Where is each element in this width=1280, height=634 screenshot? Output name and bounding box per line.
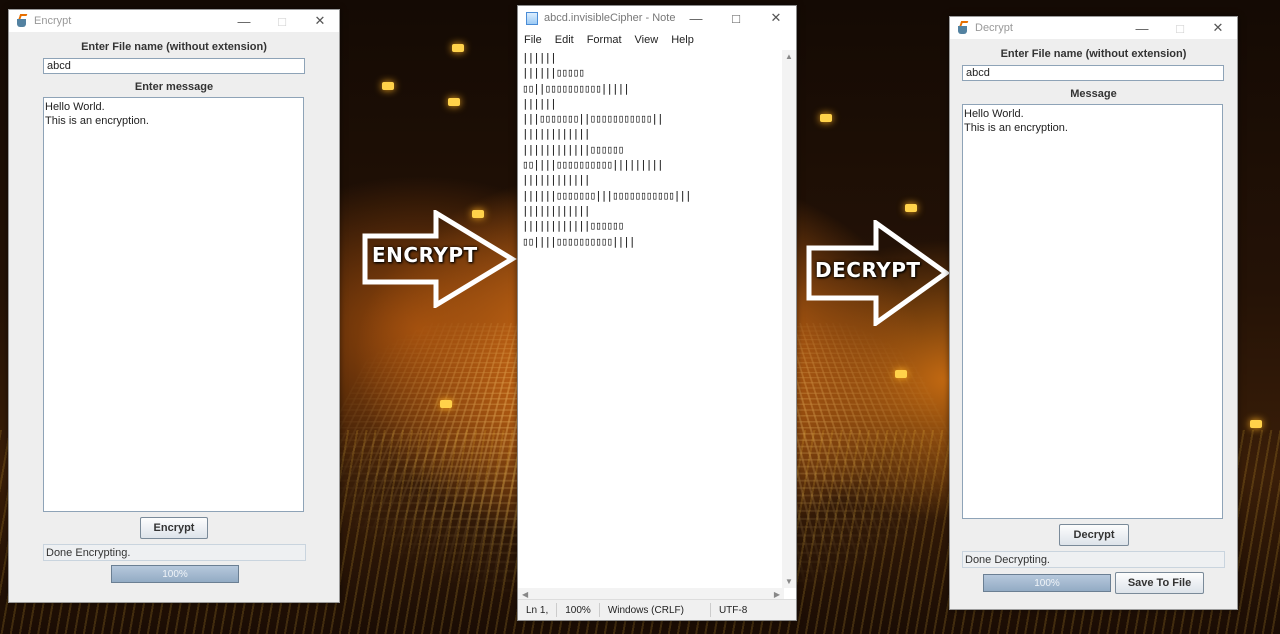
filename-label: Enter File name (without extension): [1000, 48, 1187, 60]
message-line: This is an encryption.: [45, 115, 149, 127]
cipher-line: ▯▯||▯▯▯▯▯▯▯▯▯▯|||||: [522, 81, 630, 95]
window-title: Encrypt: [34, 15, 72, 27]
cipher-line: ||||||||||||▯▯▯▯▯▯: [522, 142, 624, 156]
save-to-file-button[interactable]: Save To File: [1115, 572, 1204, 594]
chip-dot: [820, 114, 832, 122]
chip-dot: [905, 204, 917, 212]
notepad-window: abcd.invisibleCipher - Note... — □ ✕ Fil…: [517, 5, 797, 621]
close-icon[interactable]: ✕: [756, 7, 796, 29]
decrypt-button[interactable]: Decrypt: [1059, 524, 1129, 546]
minimize-icon[interactable]: —: [676, 7, 716, 29]
cipher-line: ||||||: [522, 96, 557, 110]
menu-view[interactable]: View: [635, 34, 659, 46]
scroll-down-icon[interactable]: ▼: [785, 577, 793, 586]
zoom-level: 100%: [557, 603, 600, 617]
menu-file[interactable]: File: [524, 34, 542, 46]
cipher-line: ||||||: [522, 51, 557, 64]
encrypt-window: Encrypt — □ ✕ Enter File name (without e…: [8, 9, 340, 603]
notepad-titlebar: abcd.invisibleCipher - Note... — □ ✕: [518, 6, 796, 30]
cipher-line: ▯▯||||▯▯▯▯▯▯▯▯▯▯||||: [522, 234, 635, 248]
status-bar: Done Decrypting.: [962, 551, 1225, 568]
notepad-menubar: File Edit Format View Help: [518, 30, 796, 50]
filename-input[interactable]: abcd: [43, 58, 305, 74]
chip-dot: [895, 370, 907, 378]
cipher-line: ||||||||||||: [522, 127, 590, 141]
scroll-left-icon[interactable]: ◀: [522, 590, 528, 599]
chip-dot: [452, 44, 464, 52]
close-icon[interactable]: ✕: [1199, 17, 1237, 39]
cipher-line: ||||||||||||▯▯▯▯▯▯: [522, 219, 624, 233]
decrypt-arrow-label: DECRYPT: [815, 258, 921, 282]
progress-bar: 100%: [983, 574, 1111, 592]
maximize-icon[interactable]: □: [263, 10, 301, 32]
decrypt-window: Decrypt — □ ✕ Enter File name (without e…: [949, 16, 1238, 610]
minimize-icon[interactable]: —: [1123, 17, 1161, 39]
java-icon: [956, 21, 970, 35]
status-bar: Done Encrypting.: [43, 544, 306, 561]
message-line: Hello World.: [45, 101, 105, 113]
close-icon[interactable]: ✕: [301, 10, 339, 32]
scroll-right-icon[interactable]: ▶: [774, 590, 780, 599]
line-ending: Windows (CRLF): [600, 603, 711, 617]
menu-format[interactable]: Format: [587, 34, 622, 46]
minimize-icon[interactable]: —: [225, 10, 263, 32]
cipher-line: ||||||||||||: [522, 173, 590, 187]
chip-dot: [382, 82, 394, 90]
vertical-scrollbar[interactable]: ▲ ▼: [782, 50, 796, 588]
cursor-position: Ln 1,: [518, 603, 558, 617]
encrypt-arrow-label: ENCRYPT: [372, 243, 478, 267]
progress-bar: 100%: [111, 565, 239, 583]
message-line: Hello World.: [964, 108, 1024, 120]
filename-input[interactable]: abcd: [962, 65, 1224, 81]
menu-help[interactable]: Help: [671, 34, 694, 46]
encrypt-titlebar: Encrypt — □ ✕: [9, 10, 339, 32]
notepad-text-area[interactable]: |||||| ||||||▯▯▯▯▯ ▯▯||▯▯▯▯▯▯▯▯▯▯||||| |…: [518, 50, 784, 588]
encrypt-button[interactable]: Encrypt: [140, 517, 208, 539]
message-label: Message: [1070, 88, 1117, 100]
window-title: Decrypt: [975, 22, 1013, 34]
chip-dot: [448, 98, 460, 106]
notepad-icon: [526, 11, 538, 25]
message-label: Enter message: [134, 81, 214, 93]
notepad-statusbar: Ln 1, 100% Windows (CRLF) UTF-8: [518, 599, 796, 620]
maximize-icon[interactable]: □: [1161, 17, 1199, 39]
cipher-line: ||||||▯▯▯▯▯: [522, 66, 585, 80]
chip-dot: [1250, 420, 1262, 428]
message-textarea[interactable]: Hello World. This is an encryption.: [962, 104, 1223, 519]
chip-dot: [440, 400, 452, 408]
encoding: UTF-8: [718, 604, 748, 616]
cipher-line: ||||||||||||: [522, 203, 590, 217]
filename-label: Enter File name (without extension): [81, 41, 267, 53]
maximize-icon[interactable]: □: [716, 7, 756, 29]
message-line: This is an encryption.: [964, 122, 1068, 134]
cipher-line: |||▯▯▯▯▯▯▯||▯▯▯▯▯▯▯▯▯▯▯||: [522, 112, 664, 126]
notepad-title: abcd.invisibleCipher - Note...: [544, 12, 676, 24]
java-icon: [15, 14, 29, 28]
cipher-line: ▯▯||||▯▯▯▯▯▯▯▯▯▯|||||||||: [522, 158, 664, 172]
decrypt-titlebar: Decrypt — □ ✕: [950, 17, 1237, 39]
scroll-up-icon[interactable]: ▲: [785, 52, 793, 61]
menu-edit[interactable]: Edit: [555, 34, 574, 46]
cipher-line: ||||||▯▯▯▯▯▯▯|||▯▯▯▯▯▯▯▯▯▯▯|||: [522, 188, 692, 202]
message-textarea[interactable]: Hello World. This is an encryption.: [43, 97, 304, 512]
